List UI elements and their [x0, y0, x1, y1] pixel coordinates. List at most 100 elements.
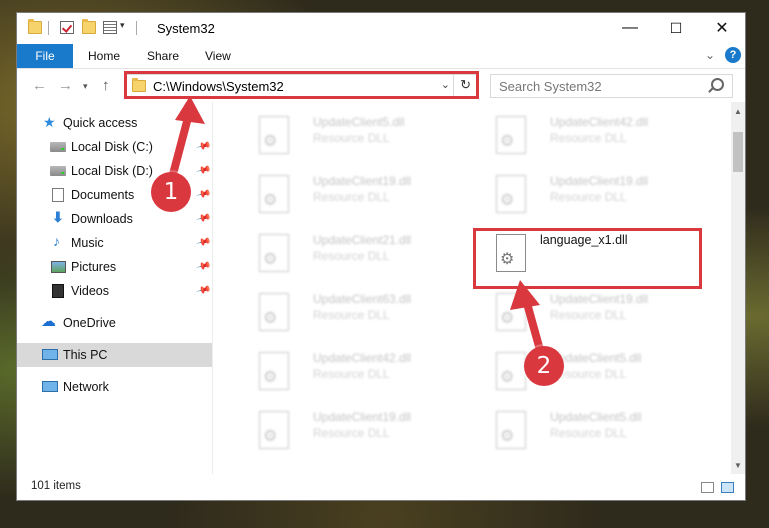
sidebar-item-music[interactable]: ♪ Music 📌: [17, 231, 212, 255]
divider: [136, 21, 137, 35]
list-item[interactable]: UpdateClient42.dll Resource DLL: [241, 346, 471, 402]
tab-home[interactable]: Home: [88, 49, 120, 63]
sidebar-item-pictures[interactable]: Pictures 📌: [17, 255, 212, 279]
search-icon: [711, 78, 724, 91]
file-name: UpdateClient42.dll: [550, 115, 649, 129]
help-button[interactable]: ?: [725, 47, 741, 63]
divider: [48, 21, 49, 35]
expand-ribbon-icon[interactable]: ⌄: [705, 48, 715, 62]
dll-file-icon: [259, 293, 289, 331]
list-item[interactable]: UpdateClient63.dll Resource DLL: [241, 287, 471, 343]
scroll-down-icon[interactable]: ▼: [731, 458, 745, 472]
details-view-icon[interactable]: [701, 482, 714, 493]
list-item[interactable]: UpdateClient19.dll Resource DLL: [241, 405, 471, 461]
pin-icon[interactable]: 📌: [195, 235, 211, 251]
dll-file-icon: [496, 116, 526, 154]
list-item[interactable]: UpdateClient19.dll Resource DLL: [478, 169, 708, 225]
sidebar-item-label: This PC: [63, 348, 108, 362]
sidebar-item-label: Music: [71, 236, 104, 250]
sidebar-item-this-pc[interactable]: This PC: [17, 343, 212, 367]
list-item[interactable]: UpdateClient5.dll Resource DLL: [478, 346, 708, 402]
pin-icon[interactable]: 📌: [195, 211, 211, 227]
sidebar-item-label: Quick access: [63, 116, 138, 130]
close-button[interactable]: ✕: [699, 13, 745, 43]
sidebar-item-network[interactable]: Network: [17, 375, 212, 399]
sidebar-item-quick-access[interactable]: ★ Quick access: [17, 111, 212, 135]
tab-file[interactable]: File: [17, 44, 73, 68]
large-icons-view-icon[interactable]: [721, 482, 734, 493]
tab-share[interactable]: Share: [147, 49, 179, 63]
file-type: Resource DLL: [550, 131, 627, 145]
vertical-scrollbar[interactable]: ▲ ▼: [731, 102, 745, 474]
sidebar-item-label: OneDrive: [63, 316, 116, 330]
cloud-icon: ☁: [41, 313, 56, 330]
file-name: UpdateClient21.dll: [313, 233, 412, 247]
dll-file-icon: [496, 293, 526, 331]
documents-icon: [52, 188, 64, 202]
file-type: Resource DLL: [313, 249, 390, 263]
new-folder-icon[interactable]: [82, 19, 96, 34]
tab-view[interactable]: View: [205, 49, 231, 63]
forward-arrow-icon[interactable]: →: [58, 77, 73, 94]
recent-locations-icon[interactable]: ▾: [83, 81, 88, 92]
ribbon-tabs: File Home Share View ⌄ ?: [17, 44, 745, 68]
download-icon: ⬇: [52, 209, 64, 225]
sidebar-item-videos[interactable]: Videos 📌: [17, 279, 212, 303]
sidebar-item-onedrive[interactable]: ☁ OneDrive: [17, 311, 212, 335]
dll-file-icon: [259, 411, 289, 449]
file-name: UpdateClient5.dll: [550, 410, 642, 424]
file-type: Resource DLL: [313, 367, 390, 381]
dll-file-icon: [259, 175, 289, 213]
star-icon: ★: [43, 114, 56, 130]
pin-icon[interactable]: 📌: [195, 187, 211, 203]
sidebar-item-label: Downloads: [71, 212, 133, 226]
sidebar-item-label: Local Disk (C:): [71, 140, 153, 154]
pin-icon[interactable]: 📌: [195, 139, 211, 155]
dll-file-icon: [496, 411, 526, 449]
list-item[interactable]: UpdateClient5.dll Resource DLL: [241, 110, 471, 166]
file-name: UpdateClient19.dll: [550, 174, 649, 188]
scroll-up-icon[interactable]: ▲: [731, 104, 745, 118]
minimize-button[interactable]: —: [607, 13, 653, 43]
sidebar-item-local-disk-c[interactable]: Local Disk (C:) 📌: [17, 135, 212, 159]
sidebar-item-label: Network: [63, 380, 109, 394]
search-box[interactable]: Search System32: [490, 74, 733, 98]
file-type: Resource DLL: [550, 190, 627, 204]
list-item[interactable]: UpdateClient19.dll Resource DLL: [478, 287, 708, 343]
pin-icon[interactable]: 📌: [195, 259, 211, 275]
sidebar-item-label: Documents: [71, 188, 135, 202]
file-name: UpdateClient19.dll: [550, 292, 649, 306]
pin-icon[interactable]: 📌: [195, 283, 211, 299]
back-arrow-icon[interactable]: ←: [32, 77, 47, 94]
up-arrow-icon[interactable]: ↑: [102, 77, 110, 94]
chevron-down-icon[interactable]: ▾: [120, 20, 125, 31]
folder-icon: [28, 19, 42, 34]
scrollbar-thumb[interactable]: [733, 132, 743, 172]
list-item[interactable]: UpdateClient42.dll Resource DLL: [478, 110, 708, 166]
callout-badge-1: 1: [151, 172, 191, 212]
file-name: UpdateClient63.dll: [313, 292, 412, 306]
maximize-button[interactable]: ☐: [653, 13, 699, 43]
network-icon: [42, 381, 58, 392]
properties-check-icon[interactable]: [60, 21, 74, 34]
search-input[interactable]: Search System32: [499, 79, 602, 94]
dll-file-icon: [259, 116, 289, 154]
list-item[interactable]: UpdateClient21.dll Resource DLL: [241, 228, 471, 284]
address-bar-highlight: [124, 71, 479, 99]
list-item[interactable]: UpdateClient5.dll Resource DLL: [478, 405, 708, 461]
customize-toolbar-icon[interactable]: [103, 21, 117, 34]
file-name: UpdateClient19.dll: [313, 174, 412, 188]
pin-icon[interactable]: 📌: [195, 163, 211, 179]
file-type: Resource DLL: [313, 131, 390, 145]
dll-file-icon: [496, 175, 526, 213]
dll-file-icon: [259, 352, 289, 390]
list-item[interactable]: UpdateClient19.dll Resource DLL: [241, 169, 471, 225]
file-type: Resource DLL: [313, 190, 390, 204]
computer-icon: [42, 349, 58, 360]
file-highlight: [473, 228, 702, 289]
sidebar-item-label: Videos: [71, 284, 109, 298]
title-bar: ▾ System32 — ☐ ✕: [17, 13, 745, 44]
item-count: 101 items: [31, 480, 81, 492]
sidebar-item-downloads[interactable]: ⬇ Downloads 📌: [17, 207, 212, 231]
file-type: Resource DLL: [313, 308, 390, 322]
